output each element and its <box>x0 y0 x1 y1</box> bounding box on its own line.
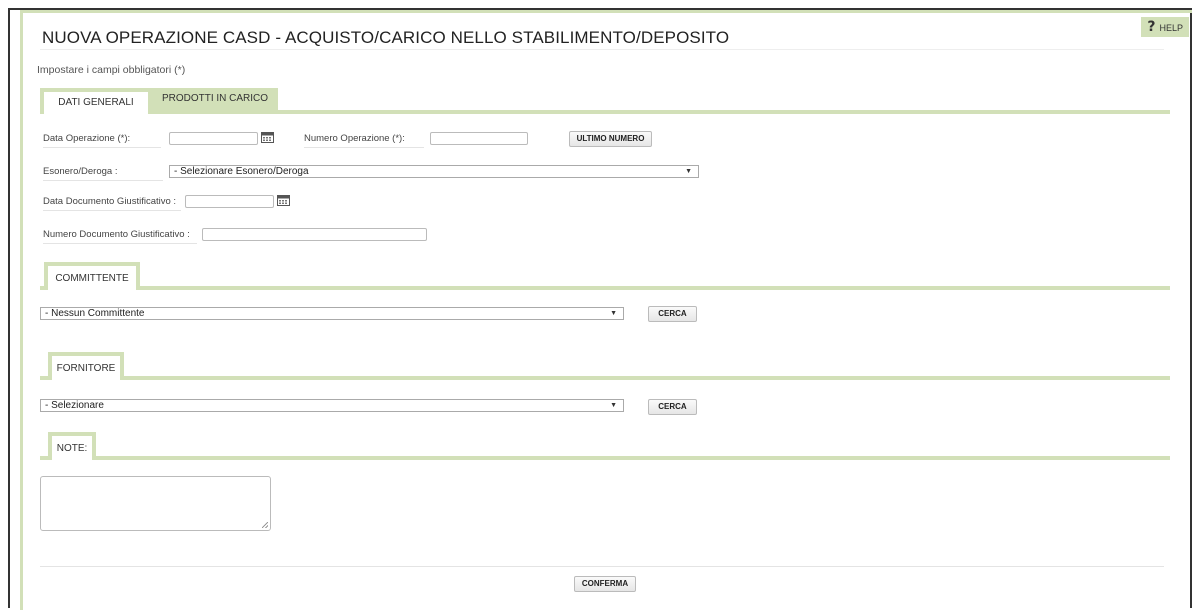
esonero-deroga-select[interactable]: - Selezionare Esonero/Deroga ▼ <box>169 165 699 178</box>
numero-operazione-label: Numero Operazione (*): <box>304 133 424 148</box>
help-icon: ? <box>1147 19 1156 35</box>
section-fornitore-label: FORNITORE <box>56 363 116 374</box>
data-documento-label: Data Documento Giustificativo : <box>43 196 181 211</box>
required-fields-note: Impostare i campi obbligatori (*) <box>37 64 186 76</box>
calendar-icon[interactable] <box>277 194 290 206</box>
fornitore-select[interactable]: - Selezionare ▼ <box>40 399 624 412</box>
section-line-left <box>40 456 48 460</box>
fornitore-search-button[interactable]: CERCA <box>648 399 697 415</box>
esonero-deroga-label: Esonero/Deroga : <box>43 166 163 181</box>
data-documento-input[interactable] <box>185 195 274 208</box>
resize-handle-icon[interactable] <box>262 522 268 528</box>
ultimo-numero-button[interactable]: ULTIMO NUMERO <box>569 131 652 147</box>
section-note-label: NOTE: <box>56 443 88 454</box>
section-line <box>124 376 1170 380</box>
section-committente: COMMITTENTE <box>44 262 140 290</box>
footer-divider <box>40 566 1164 567</box>
title-divider <box>40 49 1164 50</box>
tab-prodotti-in-carico[interactable]: PRODOTTI IN CARICO <box>152 88 278 110</box>
help-button[interactable]: ? HELP <box>1141 17 1189 37</box>
conferma-button[interactable]: CONFERMA <box>574 576 636 592</box>
active-tab-joint <box>44 110 148 115</box>
esonero-deroga-selected: - Selezionare Esonero/Deroga <box>174 166 309 177</box>
section-line <box>140 286 1170 290</box>
numero-documento-label: Numero Documento Giustificativo : <box>43 229 197 244</box>
section-line <box>96 456 1170 460</box>
committente-select[interactable]: - Nessun Committente ▼ <box>40 307 624 320</box>
section-line-left <box>40 286 44 290</box>
dropdown-arrow-icon: ▼ <box>685 168 692 175</box>
calendar-icon[interactable] <box>261 131 274 143</box>
note-textarea[interactable] <box>40 476 271 531</box>
data-operazione-label: Data Operazione (*): <box>43 133 161 148</box>
section-line-left <box>40 376 48 380</box>
numero-operazione-input[interactable] <box>430 132 528 145</box>
tab-label: PRODOTTI IN CARICO <box>161 93 269 104</box>
tab-bar-line <box>40 110 1170 114</box>
data-operazione-input[interactable] <box>169 132 258 145</box>
tab-label: DATI GENERALI <box>58 97 134 108</box>
dropdown-arrow-icon: ▼ <box>610 402 617 409</box>
fornitore-selected: - Selezionare <box>45 400 104 411</box>
numero-documento-input[interactable] <box>202 228 427 241</box>
dropdown-arrow-icon: ▼ <box>610 310 617 317</box>
section-note: NOTE: <box>48 432 96 460</box>
help-label: HELP <box>1159 23 1183 33</box>
committente-search-button[interactable]: CERCA <box>648 306 697 322</box>
section-committente-label: COMMITTENTE <box>55 273 129 284</box>
committente-selected: - Nessun Committente <box>45 308 145 319</box>
section-fornitore: FORNITORE <box>48 352 124 380</box>
page-title: NUOVA OPERAZIONE CASD - ACQUISTO/CARICO … <box>42 28 730 47</box>
